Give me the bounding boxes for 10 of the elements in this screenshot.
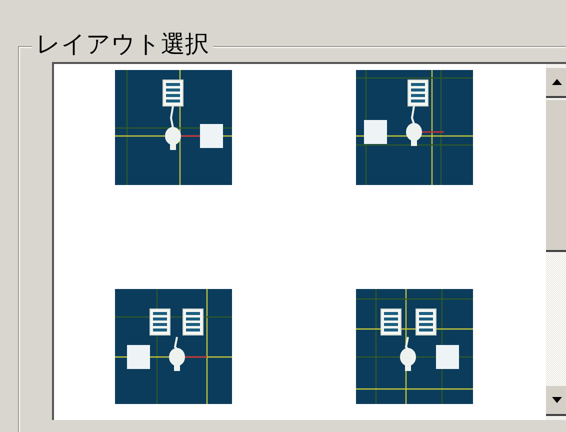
up-arrow-icon	[552, 79, 562, 85]
scroll-down-button[interactable]	[546, 386, 566, 416]
layout-thumbnail-drawing[interactable]	[115, 289, 232, 404]
scrollbar[interactable]	[546, 64, 566, 420]
layout-thumbnail-drawing[interactable]	[115, 70, 232, 185]
layout-thumbnail-drawing[interactable]	[356, 70, 473, 185]
layout-thumbnail-drawing[interactable]	[356, 289, 473, 404]
down-arrow-icon	[552, 397, 562, 403]
scroll-up-button[interactable]	[546, 68, 566, 98]
scroll-thumb[interactable]	[546, 100, 566, 252]
